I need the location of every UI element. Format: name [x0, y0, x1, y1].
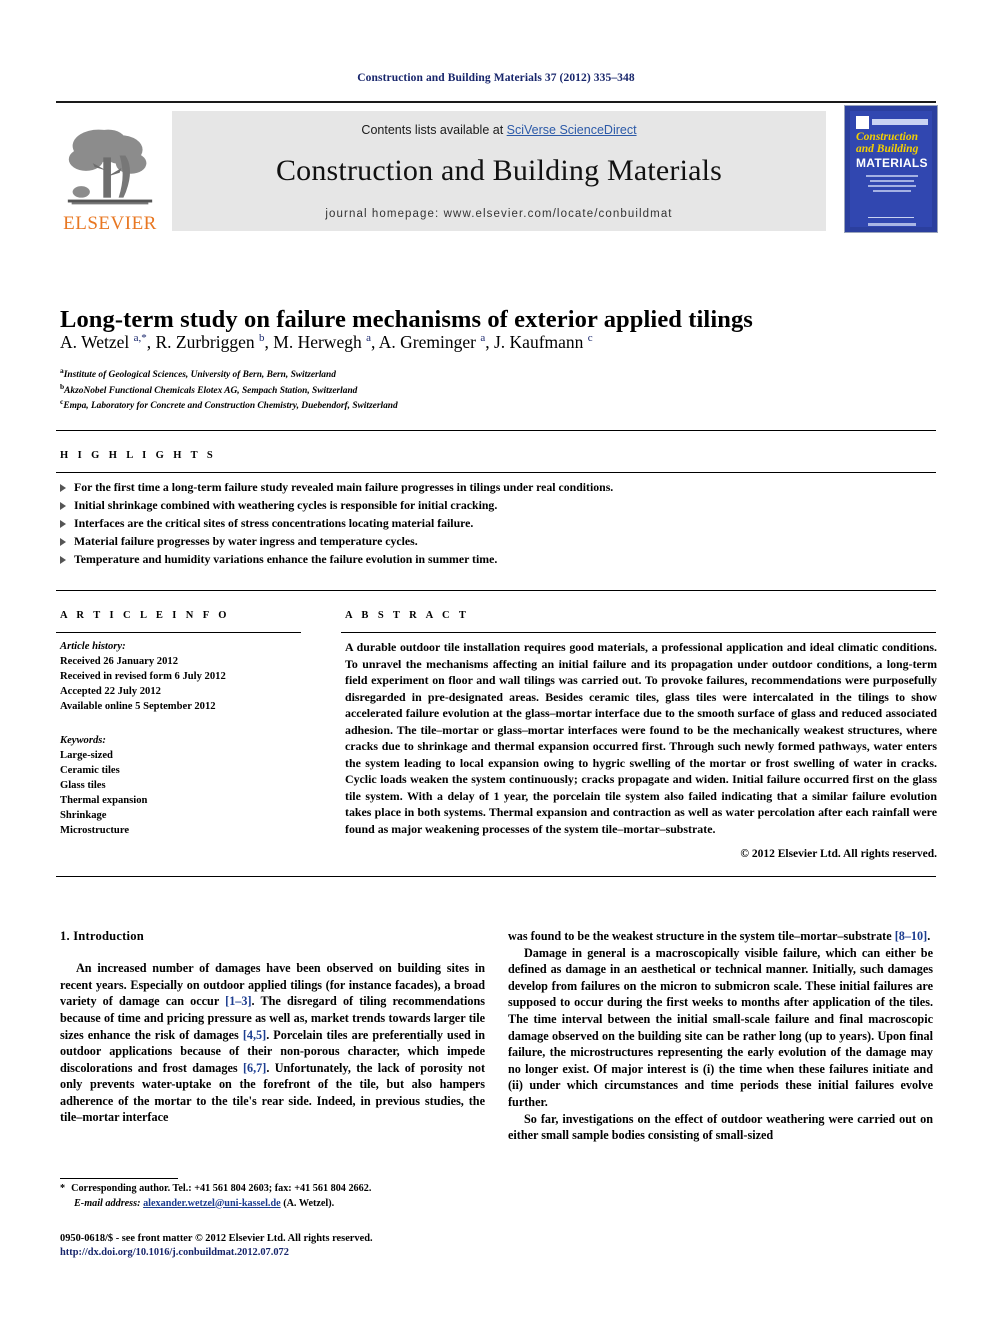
divider-under-article-info-label [56, 632, 301, 633]
list-item: Material failure progresses by water ing… [60, 533, 940, 551]
triangle-bullet-icon [60, 555, 66, 564]
abstract-label: A B S T R A C T [345, 610, 470, 621]
highlight-text: Initial shrinkage combined with weatheri… [74, 497, 498, 512]
doi-link[interactable]: http://dx.doi.org/10.1016/j.conbuildmat.… [60, 1246, 660, 1260]
email-label: E-mail address: [74, 1197, 141, 1209]
contents-prefix: Contents lists available at [361, 123, 507, 137]
article-history-header: Article history: [60, 641, 126, 652]
journal-title: Construction and Building Materials [275, 154, 723, 187]
page-footer: 0950-0618/$ - see front matter © 2012 El… [60, 1232, 660, 1261]
paragraph: was found to be the weakest structure in… [508, 929, 931, 943]
cover-divider [868, 217, 914, 218]
paragraph: So far, investigations on the effect of … [508, 1111, 933, 1143]
cover-title-line-2: and Building [856, 143, 919, 155]
keyword-item: Shrinkage [60, 810, 107, 822]
affiliation-item: bAkzoNobel Functional Chemicals Elotex A… [60, 382, 760, 398]
cover-footer-bar [868, 223, 916, 226]
keyword-item: Thermal expansion [60, 795, 148, 807]
highlight-text: Material failure progresses by water ing… [74, 533, 418, 548]
cover-title-line-1: Construction [856, 131, 918, 143]
footnote-text: Corresponding author. Tel.: +41 561 804 … [71, 1183, 372, 1194]
author-list: A. Wetzel a,*, R. Zurbriggen b, M. Herwe… [60, 332, 593, 352]
cover-title-line-3: MATERIALS [856, 156, 928, 170]
highlight-text: For the first time a long-term failure s… [74, 480, 614, 494]
divider-above-article-info [56, 590, 936, 591]
journal-masthead: ELSEVIER Contents lists available at Sci… [56, 101, 938, 237]
divider-below-abstract [56, 876, 936, 877]
list-item: Initial shrinkage combined with weatheri… [60, 497, 940, 515]
corresponding-author-footnote: * Corresponding author. Tel.: +41 561 804… [60, 1182, 485, 1211]
list-item: For the first time a long-term failure s… [60, 479, 940, 497]
cover-top-bar [872, 119, 928, 125]
running-head: Construction and Building Materials 37 (… [357, 72, 635, 84]
cover-publisher-badge-icon [856, 116, 869, 129]
abstract-text: A durable outdoor tile installation requ… [345, 640, 937, 837]
article-info-label: A R T I C L E I N F O [60, 610, 230, 621]
article-history-item: Accepted 22 July 2012 [60, 686, 161, 698]
email-link[interactable]: alexander.wetzel@uni-kassel.de [143, 1198, 281, 1209]
affiliation-text: Institute of Geological Sciences, Univer… [63, 370, 336, 381]
copyright-notice: © 2012 Elsevier Ltd. All rights reserved… [740, 848, 937, 860]
issn-line: 0950-0618/$ - see front matter © 2012 El… [60, 1233, 373, 1244]
keyword-item: Large-sized [60, 750, 113, 762]
body-column-left: 1. Introduction An increased number of d… [60, 928, 485, 1126]
keyword-item: Glass tiles [60, 780, 106, 792]
keywords-header: Keywords: [60, 735, 106, 746]
divider-under-abstract-label [341, 632, 936, 633]
sciencedirect-link[interactable]: SciVerse ScienceDirect [507, 123, 637, 137]
article-history: Article history: Received 26 January 201… [60, 639, 300, 714]
affiliation-item: cEmpa, Laboratory for Concrete and Const… [60, 397, 760, 413]
article-history-item: Received 26 January 2012 [60, 656, 178, 668]
triangle-bullet-icon [60, 537, 66, 546]
footnote-email-line: E-mail address: alexander.wetzel@uni-kas… [60, 1197, 485, 1212]
page-title: Long-term study on failure mechanisms of… [60, 306, 753, 334]
list-item: Temperature and humidity variations enha… [60, 551, 940, 569]
footnote-line: * Corresponding author. Tel.: +41 561 804… [60, 1182, 485, 1197]
affiliation-text: AkzoNobel Functional Chemicals Elotex AG… [64, 385, 358, 396]
keyword-item: Microstructure [60, 825, 130, 837]
section-heading: 1. Introduction [60, 929, 144, 943]
elsevier-logo: ELSEVIER [56, 109, 164, 233]
list-item: Interfaces are the critical sites of str… [60, 515, 940, 533]
keyword-item: Ceramic tiles [60, 765, 120, 777]
article-history-item: Received in revised form 6 July 2012 [60, 671, 226, 683]
affiliation-list: aInstitute of Geological Sciences, Unive… [60, 366, 760, 413]
email-suffix: (A. Wetzel). [283, 1197, 335, 1209]
journal-homepage[interactable]: journal homepage: www.elsevier.com/locat… [172, 208, 826, 220]
elsevier-wordmark: ELSEVIER [63, 213, 157, 234]
elsevier-tree-icon [67, 129, 153, 205]
affiliation-item: aInstitute of Geological Sciences, Unive… [60, 366, 760, 382]
footnote-divider [60, 1178, 178, 1179]
cover-inner: Construction and Building MATERIALS [850, 111, 932, 227]
body-column-right: was found to be the weakest structure in… [508, 928, 933, 1144]
cover-abstract-block [866, 175, 918, 209]
paragraph: An increased number of damages have been… [60, 961, 486, 1125]
journal-band: Contents lists available at SciVerse Sci… [172, 111, 826, 231]
keywords-list: Keywords: Large-sized Ceramic tiles Glas… [60, 733, 300, 838]
footnote-marker: * [60, 1183, 66, 1194]
triangle-bullet-icon [60, 484, 66, 492]
highlight-text: Interfaces are the critical sites of str… [74, 515, 474, 530]
journal-cover-thumbnail[interactable]: Construction and Building MATERIALS [844, 105, 938, 233]
article-history-item: Available online 5 September 2012 [60, 701, 216, 713]
highlights-list: For the first time a long-term failure s… [60, 479, 940, 569]
affiliation-text: Empa, Laboratory for Concrete and Constr… [63, 401, 398, 412]
highlight-text: Temperature and humidity variations enha… [74, 551, 498, 566]
article-first-page: Construction and Building Materials 37 (… [0, 0, 992, 1323]
contents-available-line: Contents lists available at SciVerse Sci… [172, 111, 826, 137]
triangle-bullet-icon [60, 519, 66, 528]
divider-above-highlights [56, 430, 936, 431]
triangle-bullet-icon [60, 501, 66, 510]
divider-under-highlights-label [56, 472, 936, 473]
paragraph: Damage in general is a macroscopically v… [508, 945, 933, 1109]
highlights-label: H I G H L I G H T S [60, 450, 217, 461]
